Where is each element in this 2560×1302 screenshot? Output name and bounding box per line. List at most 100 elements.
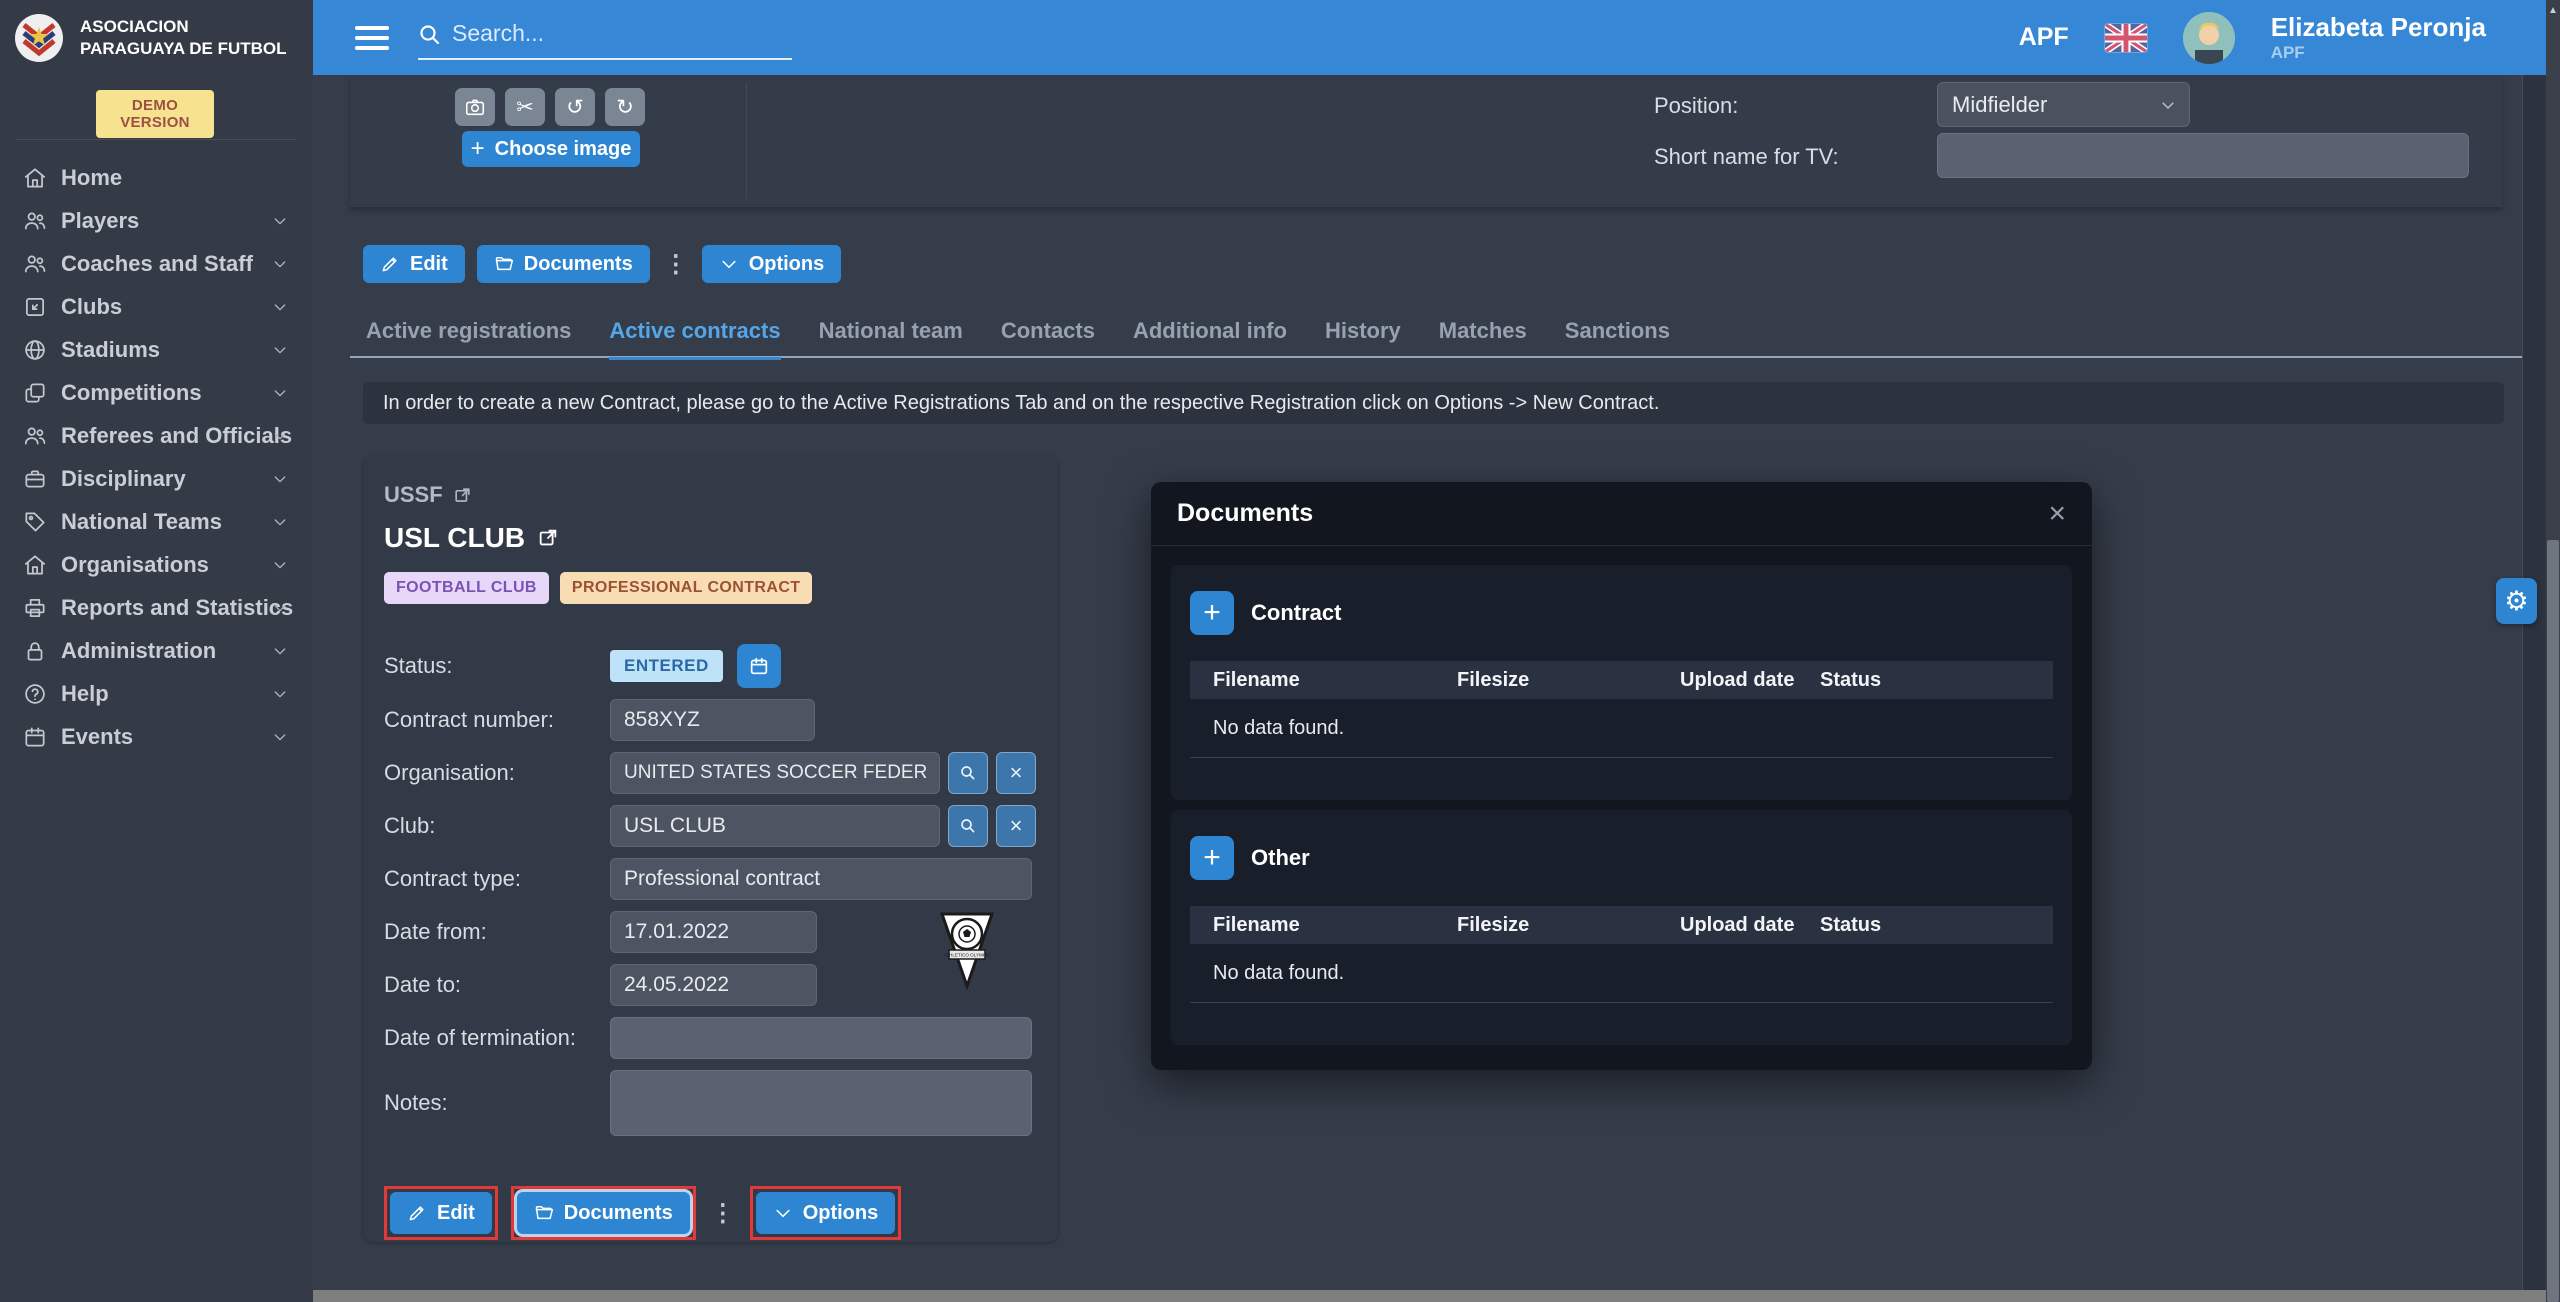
options-button[interactable]: Options <box>702 245 842 283</box>
annotation-box-documents: Documents <box>511 1186 696 1240</box>
chevron-down-icon <box>2159 96 2177 114</box>
section-divider <box>1190 757 2053 758</box>
take-photo-button[interactable] <box>455 88 495 126</box>
short-name-label: Short name for TV: <box>1654 144 1839 170</box>
tab-active-registrations[interactable]: Active registrations <box>366 318 571 360</box>
sidebar-item-referees-and-officials[interactable]: Referees and Officials <box>0 414 313 457</box>
sidebar-item-organisations[interactable]: Organisations <box>0 543 313 586</box>
language-flag-icon[interactable] <box>2105 24 2147 52</box>
camera-icon <box>464 96 486 118</box>
sidebar-item-disciplinary[interactable]: Disciplinary <box>0 457 313 500</box>
contract-number-label: Contract number: <box>384 707 610 733</box>
sidebar-item-players[interactable]: Players <box>0 199 313 242</box>
club-link[interactable]: USL CLUB <box>384 522 1037 554</box>
add-contract-document-button[interactable]: + <box>1190 591 1234 635</box>
club-search-button[interactable] <box>948 805 988 847</box>
sidebar-item-competitions[interactable]: Competitions <box>0 371 313 414</box>
sidebar-item-stadiums[interactable]: Stadiums <box>0 328 313 371</box>
demo-version-badge: DEMO VERSION <box>96 90 214 138</box>
contract-card: USSF USL CLUB FOOTBALL CLUB PROFESSIONAL… <box>363 456 1058 1242</box>
column-filename: Filename <box>1190 914 1457 937</box>
sidebar-item-reports-and-statistics[interactable]: Reports and Statistics <box>0 586 313 629</box>
documents-section-contract: + Contract Filename Filesize Upload date… <box>1171 565 2072 800</box>
club-clear-button[interactable]: × <box>996 805 1036 847</box>
chevron-down-icon <box>272 385 288 401</box>
sidebar: ASOCIACION PARAGUAYA DE FUTBOL DEMO VERS… <box>0 0 313 1302</box>
position-select[interactable]: Midfielder <box>1937 82 2190 127</box>
user-menu[interactable]: Elizabeta Peronja APF <box>2271 13 2486 62</box>
chevron-down-icon <box>272 342 288 358</box>
sidebar-item-clubs[interactable]: Clubs <box>0 285 313 328</box>
sidebar-item-home[interactable]: Home <box>0 156 313 199</box>
section-header: + Other <box>1190 836 2053 880</box>
tab-matches[interactable]: Matches <box>1439 318 1527 360</box>
rotate-right-button[interactable]: ↻ <box>605 88 645 126</box>
club-input[interactable] <box>610 805 940 847</box>
edit-button[interactable]: Edit <box>363 245 465 283</box>
tab-history[interactable]: History <box>1325 318 1401 360</box>
settings-gear-button[interactable]: ⚙ <box>2496 578 2537 624</box>
date-to-label: Date to: <box>384 972 610 998</box>
tab-sanctions[interactable]: Sanctions <box>1565 318 1670 360</box>
contract-card-actions: Edit Documents ⋮ Options <box>384 1186 1037 1240</box>
chevron-down-icon <box>272 213 288 229</box>
user-avatar[interactable] <box>2183 12 2235 64</box>
column-upload-date: Upload date <box>1680 669 1820 692</box>
scroll-up-arrow-icon[interactable]: ▲ <box>2546 5 2560 16</box>
club-type-badge: FOOTBALL CLUB <box>384 572 549 604</box>
more-actions-dots-icon[interactable]: ⋮ <box>664 250 688 279</box>
sidebar-item-coaches-and-staff[interactable]: Coaches and Staff <box>0 242 313 285</box>
date-from-input[interactable] <box>610 911 817 953</box>
tab-additional-info[interactable]: Additional info <box>1133 318 1287 360</box>
sidebar-item-administration[interactable]: Administration <box>0 629 313 672</box>
scrollbar-thumb[interactable] <box>2547 540 2559 1302</box>
rotate-left-button[interactable]: ↺ <box>555 88 595 126</box>
briefcase-icon <box>22 466 48 492</box>
notes-textarea[interactable] <box>610 1070 1032 1136</box>
choose-image-button[interactable]: + Choose image <box>462 131 640 167</box>
organisation-input[interactable] <box>610 752 940 794</box>
plus-icon: + <box>1203 841 1221 875</box>
browser-scrollbar[interactable]: ▲ <box>2546 0 2560 1302</box>
federation-link[interactable]: USSF <box>384 482 1037 508</box>
menu-toggle-icon[interactable] <box>355 26 389 50</box>
no-data-row: No data found. <box>1190 717 2053 740</box>
home-icon <box>22 552 48 578</box>
globe-icon <box>22 337 48 363</box>
documents-button[interactable]: Documents <box>477 245 650 283</box>
crop-image-button[interactable]: ✂ <box>505 88 545 126</box>
status-history-button[interactable] <box>737 644 781 688</box>
termination-label: Date of termination: <box>384 1025 610 1051</box>
short-name-input[interactable] <box>1937 133 2469 178</box>
player-profile-panel: ✂ ↺ ↻ + Choose image Position: Midfielde… <box>350 75 2502 209</box>
organisation-search-button[interactable] <box>948 752 988 794</box>
documents-table-header: Filename Filesize Upload date Status <box>1190 906 2053 944</box>
sidebar-item-national-teams[interactable]: National Teams <box>0 500 313 543</box>
termination-input[interactable] <box>610 1017 1032 1059</box>
contract-documents-button[interactable]: Documents <box>517 1192 690 1234</box>
contract-number-input[interactable] <box>610 699 815 741</box>
contract-edit-button[interactable]: Edit <box>390 1192 492 1234</box>
tab-active-contracts[interactable]: Active contracts <box>609 318 780 360</box>
sidebar-divider <box>16 139 296 140</box>
contract-type-label: Contract type: <box>384 866 610 892</box>
search-input[interactable] <box>442 20 792 51</box>
sidebar-item-events[interactable]: Events <box>0 715 313 758</box>
date-to-input[interactable] <box>610 964 817 1006</box>
organisation-clear-button[interactable]: × <box>996 752 1036 794</box>
contract-options-button[interactable]: Options <box>756 1192 896 1234</box>
contract-notice: In order to create a new Contract, pleas… <box>363 382 2504 424</box>
undo-icon: ↺ <box>566 95 584 120</box>
contract-type-input[interactable] <box>610 858 1032 900</box>
content-scroll-gutter <box>2522 75 2546 1302</box>
tab-contacts[interactable]: Contacts <box>1001 318 1095 360</box>
column-upload-date: Upload date <box>1680 914 1820 937</box>
chevron-down-icon <box>272 256 288 272</box>
panel-divider <box>746 83 747 199</box>
more-actions-dots-icon[interactable]: ⋮ <box>711 1199 735 1228</box>
close-icon[interactable]: × <box>2048 499 2066 529</box>
tab-national-team[interactable]: National team <box>819 318 963 360</box>
add-other-document-button[interactable]: + <box>1190 836 1234 880</box>
sidebar-item-help[interactable]: Help <box>0 672 313 715</box>
documents-modal-title: Documents <box>1177 499 1313 528</box>
